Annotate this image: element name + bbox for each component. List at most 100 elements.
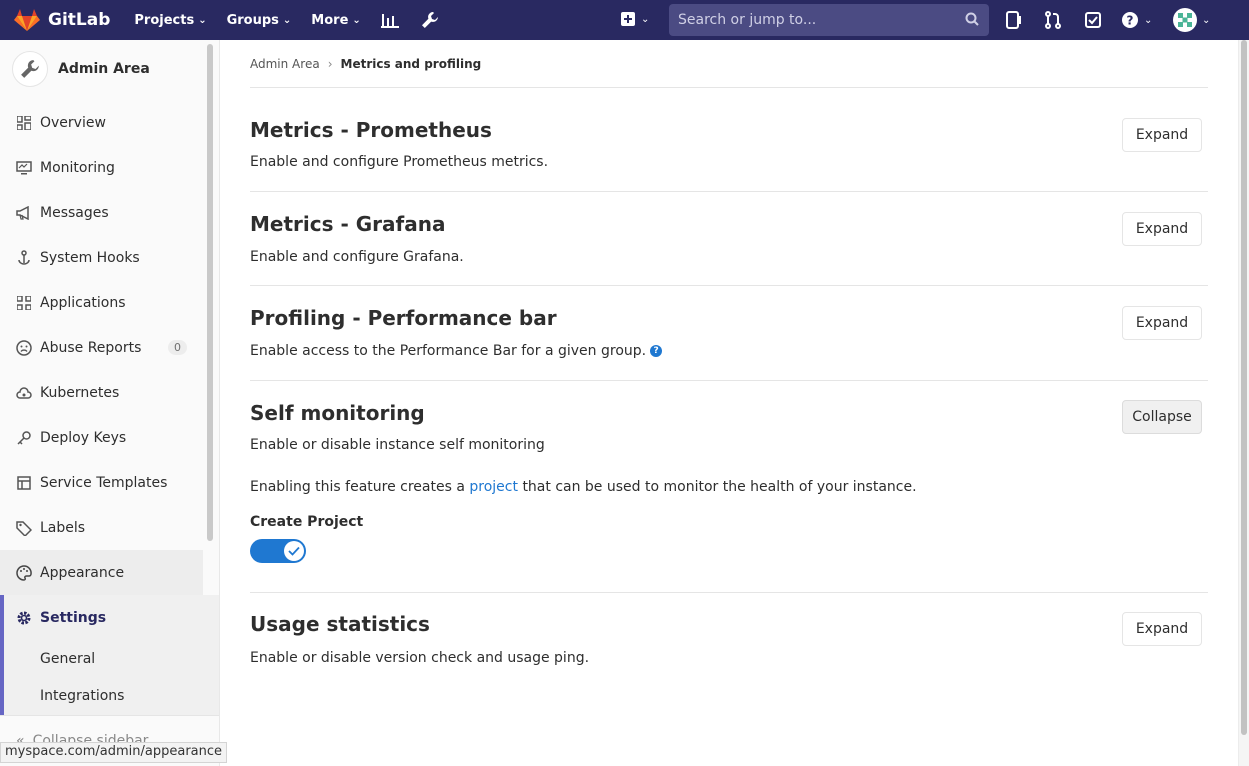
brand-label: GitLab xyxy=(48,10,111,30)
more-label: More xyxy=(311,12,349,28)
sidebar-item-labels[interactable]: Labels xyxy=(0,505,203,550)
sidebar-item-monitoring[interactable]: Monitoring xyxy=(0,145,203,190)
self-monitoring-info: Enabling this feature creates a project … xyxy=(250,479,917,495)
section-title: Metrics - Grafana xyxy=(250,212,446,236)
section-self-monitoring: Self monitoring Enable or disable instan… xyxy=(250,381,1208,593)
sidebar-item-label: Monitoring xyxy=(40,159,115,176)
section-title: Self monitoring xyxy=(250,401,425,425)
profiling-desc-text: Enable access to the Performance Bar for… xyxy=(250,343,647,359)
admin-sidebar: Admin Area Overview Monitoring Messages … xyxy=(0,40,220,766)
admin-wrench-icon[interactable] xyxy=(421,11,439,29)
merge-requests-icon[interactable] xyxy=(1045,11,1061,29)
new-item-plus-icon[interactable]: ⌄ xyxy=(621,12,649,26)
search-input[interactable]: Search or jump to... xyxy=(669,4,989,36)
sidebar-item-settings[interactable]: Settings xyxy=(0,595,219,640)
section-title: Usage statistics xyxy=(250,612,430,636)
svg-text:?: ? xyxy=(1127,14,1134,28)
overview-icon xyxy=(16,115,32,131)
section-description: Enable or disable version check and usag… xyxy=(250,650,590,666)
search-placeholder: Search or jump to... xyxy=(678,12,817,28)
help-icon[interactable]: ? ⌄ xyxy=(1121,11,1152,29)
chevron-down-icon: ⌄ xyxy=(282,14,292,26)
sidebar-item-applications[interactable]: Applications xyxy=(0,280,203,325)
label-icon xyxy=(16,520,32,536)
info-text-before: Enabling this feature creates a xyxy=(250,479,465,495)
user-avatar[interactable]: ⌄ xyxy=(1173,8,1210,32)
sidebar-item-abuse-reports[interactable]: Abuse Reports 0 xyxy=(0,325,203,370)
search-icon xyxy=(965,12,979,30)
megaphone-icon xyxy=(16,205,32,221)
chevron-down-icon: ⌄ xyxy=(352,14,361,26)
projects-label: Projects xyxy=(134,12,195,28)
admin-wrench-icon xyxy=(12,51,48,87)
sidebar-item-label: Messages xyxy=(40,204,109,221)
template-icon xyxy=(16,475,32,491)
create-project-toggle[interactable] xyxy=(250,539,306,563)
collapse-button[interactable]: Collapse xyxy=(1122,400,1202,434)
sidebar-item-service-templates[interactable]: Service Templates xyxy=(0,460,203,505)
sidebar-subitem-label: Integrations xyxy=(40,688,125,704)
todo-check-icon[interactable] xyxy=(1085,12,1101,28)
expand-button[interactable]: Expand xyxy=(1122,612,1202,646)
sidebar-header[interactable]: Admin Area xyxy=(0,40,219,98)
section-description: Enable and configure Grafana. xyxy=(250,249,464,265)
sidebar-subitem-integrations[interactable]: Integrations xyxy=(0,677,219,715)
expand-button[interactable]: Expand xyxy=(1122,306,1202,340)
section-title: Profiling - Performance bar xyxy=(250,306,557,330)
create-project-label: Create Project xyxy=(250,514,364,530)
sidebar-item-label: Overview xyxy=(40,114,106,131)
gitlab-logo[interactable]: GitLab xyxy=(14,8,110,32)
status-bar-url: myspace.com/admin/appearance xyxy=(0,742,228,763)
more-menu[interactable]: More ⌄ xyxy=(311,13,361,28)
sidebar-scrollbar[interactable] xyxy=(207,44,213,541)
chevron-right-icon: › xyxy=(327,56,333,71)
sidebar-item-label: Labels xyxy=(40,519,86,536)
groups-menu[interactable]: Groups ⌄ xyxy=(227,13,292,28)
sidebar-item-appearance[interactable]: Appearance xyxy=(0,550,203,595)
projects-menu[interactable]: Projects ⌄ xyxy=(134,13,206,28)
info-text-after: that can be used to monitor the health o… xyxy=(522,479,917,495)
breadcrumb-parent-link[interactable]: Admin Area xyxy=(250,57,320,71)
applications-icon xyxy=(16,295,32,311)
expand-button[interactable]: Expand xyxy=(1122,118,1202,152)
chevron-down-icon: ⌄ xyxy=(641,13,650,25)
chevron-down-icon: ⌄ xyxy=(198,14,207,26)
sidebar-subitem-label: General xyxy=(40,650,96,667)
chevron-down-icon: ⌄ xyxy=(1202,14,1211,26)
section-usage-statistics: Usage statistics Enable or disable versi… xyxy=(250,593,1208,689)
issues-icon[interactable] xyxy=(1006,11,1022,29)
groups-label: Groups xyxy=(226,12,279,28)
section-prometheus: Metrics - Prometheus Enable and configur… xyxy=(250,88,1208,192)
sidebar-item-kubernetes[interactable]: Kubernetes xyxy=(0,370,203,415)
sidebar-item-overview[interactable]: Overview xyxy=(0,100,203,145)
page-scrollbar[interactable] xyxy=(1238,40,1249,766)
project-link[interactable]: project xyxy=(469,479,518,495)
activity-chart-icon[interactable] xyxy=(380,12,399,28)
sidebar-item-system-hooks[interactable]: System Hooks xyxy=(0,235,203,280)
sidebar-item-label: System Hooks xyxy=(40,249,140,266)
chevron-down-icon: ⌄ xyxy=(1144,14,1153,26)
sidebar-item-label: Kubernetes xyxy=(40,384,120,401)
sidebar-item-deploy-keys[interactable]: Deploy Keys xyxy=(0,415,203,460)
main-content: Admin Area › Metrics and profiling Metri… xyxy=(250,40,1208,666)
hook-icon xyxy=(16,249,32,266)
page-scrollbar-thumb[interactable] xyxy=(1241,40,1247,735)
sidebar-item-label: Settings xyxy=(40,609,107,626)
section-title: Metrics - Prometheus xyxy=(250,118,492,142)
sidebar-item-label: Appearance xyxy=(40,564,125,581)
section-profiling: Profiling - Performance bar Enable acces… xyxy=(250,286,1208,381)
section-description: Enable or disable instance self monitori… xyxy=(250,437,545,453)
palette-icon xyxy=(16,564,32,581)
sidebar-item-label: Deploy Keys xyxy=(40,429,127,446)
sidebar-item-label: Applications xyxy=(40,294,126,311)
sidebar-item-messages[interactable]: Messages xyxy=(0,190,203,235)
sidebar-item-label: Service Templates xyxy=(40,474,168,491)
abuse-count-badge: 0 xyxy=(168,340,187,355)
check-icon xyxy=(288,546,300,556)
sidebar-subitem-general[interactable]: General xyxy=(0,640,219,677)
help-icon[interactable]: ? xyxy=(650,345,663,357)
key-icon xyxy=(16,430,32,446)
expand-button[interactable]: Expand xyxy=(1122,212,1202,246)
sad-face-icon xyxy=(16,339,32,356)
section-description: Enable access to the Performance Bar for… xyxy=(250,343,663,359)
